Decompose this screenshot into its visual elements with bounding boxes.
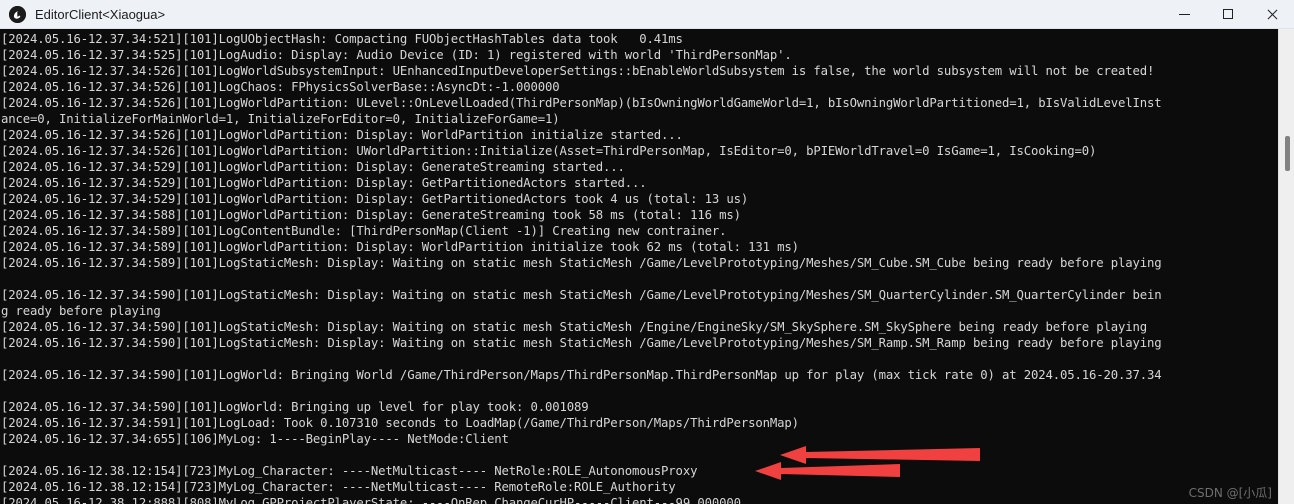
maximize-button[interactable] xyxy=(1206,0,1250,28)
editor-client-window: EditorClient<Xiaogua> [2024.05.16-12.37.… xyxy=(0,0,1294,504)
log-line: [2024.05.16-12.37.34:590][101]LogWorld: … xyxy=(1,400,589,414)
vertical-scrollbar[interactable] xyxy=(1278,29,1294,504)
log-line: [2024.05.16-12.37.34:589][101]LogContent… xyxy=(1,224,727,238)
log-line: [2024.05.16-12.37.34:655][106]MyLog: 1--… xyxy=(1,432,509,446)
log-line: [2024.05.16-12.37.34:526][101]LogWorldSu… xyxy=(1,64,1155,78)
console-area: [2024.05.16-12.37.34:521][101]LogUObject… xyxy=(0,29,1294,504)
close-button[interactable] xyxy=(1250,0,1294,28)
log-line: [2024.05.16-12.37.34:589][101]LogStaticM… xyxy=(1,256,1162,270)
maximize-icon xyxy=(1223,9,1233,19)
window-controls xyxy=(1162,0,1294,28)
log-line: g ready before playing xyxy=(1,304,161,318)
log-line: [2024.05.16-12.37.34:588][101]LogWorldPa… xyxy=(1,208,741,222)
minimize-icon xyxy=(1178,13,1190,15)
log-line: [2024.05.16-12.37.34:590][101]LogStaticM… xyxy=(1,320,1148,334)
log-line: [2024.05.16-12.37.34:526][101]LogWorldPa… xyxy=(1,144,1097,158)
unreal-engine-icon xyxy=(9,5,26,23)
log-line: [2024.05.16-12.38.12:888][808]MyLog_GPPr… xyxy=(1,496,741,504)
minimize-button[interactable] xyxy=(1162,0,1206,28)
log-line: [2024.05.16-12.37.34:529][101]LogWorldPa… xyxy=(1,160,625,174)
log-line: [2024.05.16-12.37.34:526][101]LogChaos: … xyxy=(1,80,560,94)
log-output[interactable]: [2024.05.16-12.37.34:521][101]LogUObject… xyxy=(0,29,1278,504)
log-line: [2024.05.16-12.37.34:590][101]LogWorld: … xyxy=(1,368,1162,382)
log-line: [2024.05.16-12.37.34:590][101]LogStaticM… xyxy=(1,336,1162,350)
log-line: [2024.05.16-12.38.12:154][723]MyLog_Char… xyxy=(1,464,698,478)
scrollbar-thumb[interactable] xyxy=(1285,136,1290,171)
log-line: ance=0, InitializeForMainWorld=1, Initia… xyxy=(1,112,560,126)
log-line: [2024.05.16-12.37.34:525][101]LogAudio: … xyxy=(1,48,792,62)
close-icon xyxy=(1266,8,1278,20)
log-line: [2024.05.16-12.37.34:590][101]LogStaticM… xyxy=(1,288,1162,302)
log-line: [2024.05.16-12.37.34:529][101]LogWorldPa… xyxy=(1,192,749,206)
log-line: [2024.05.16-12.37.34:526][101]LogWorldPa… xyxy=(1,128,683,142)
watermark: CSDN @[小瓜] xyxy=(1188,486,1272,500)
log-line: [2024.05.16-12.38.12:154][723]MyLog_Char… xyxy=(1,480,676,494)
window-title: EditorClient<Xiaogua> xyxy=(35,6,166,22)
log-line: [2024.05.16-12.37.34:526][101]LogWorldPa… xyxy=(1,96,1162,110)
log-line: [2024.05.16-12.37.34:529][101]LogWorldPa… xyxy=(1,176,647,190)
log-line: [2024.05.16-12.37.34:589][101]LogWorldPa… xyxy=(1,240,799,254)
title-bar-left: EditorClient<Xiaogua> xyxy=(0,5,1162,23)
log-line: [2024.05.16-12.37.34:591][101]LogLoad: T… xyxy=(1,416,799,430)
log-line: [2024.05.16-12.37.34:521][101]LogUObject… xyxy=(1,32,683,46)
title-bar: EditorClient<Xiaogua> xyxy=(0,0,1294,29)
